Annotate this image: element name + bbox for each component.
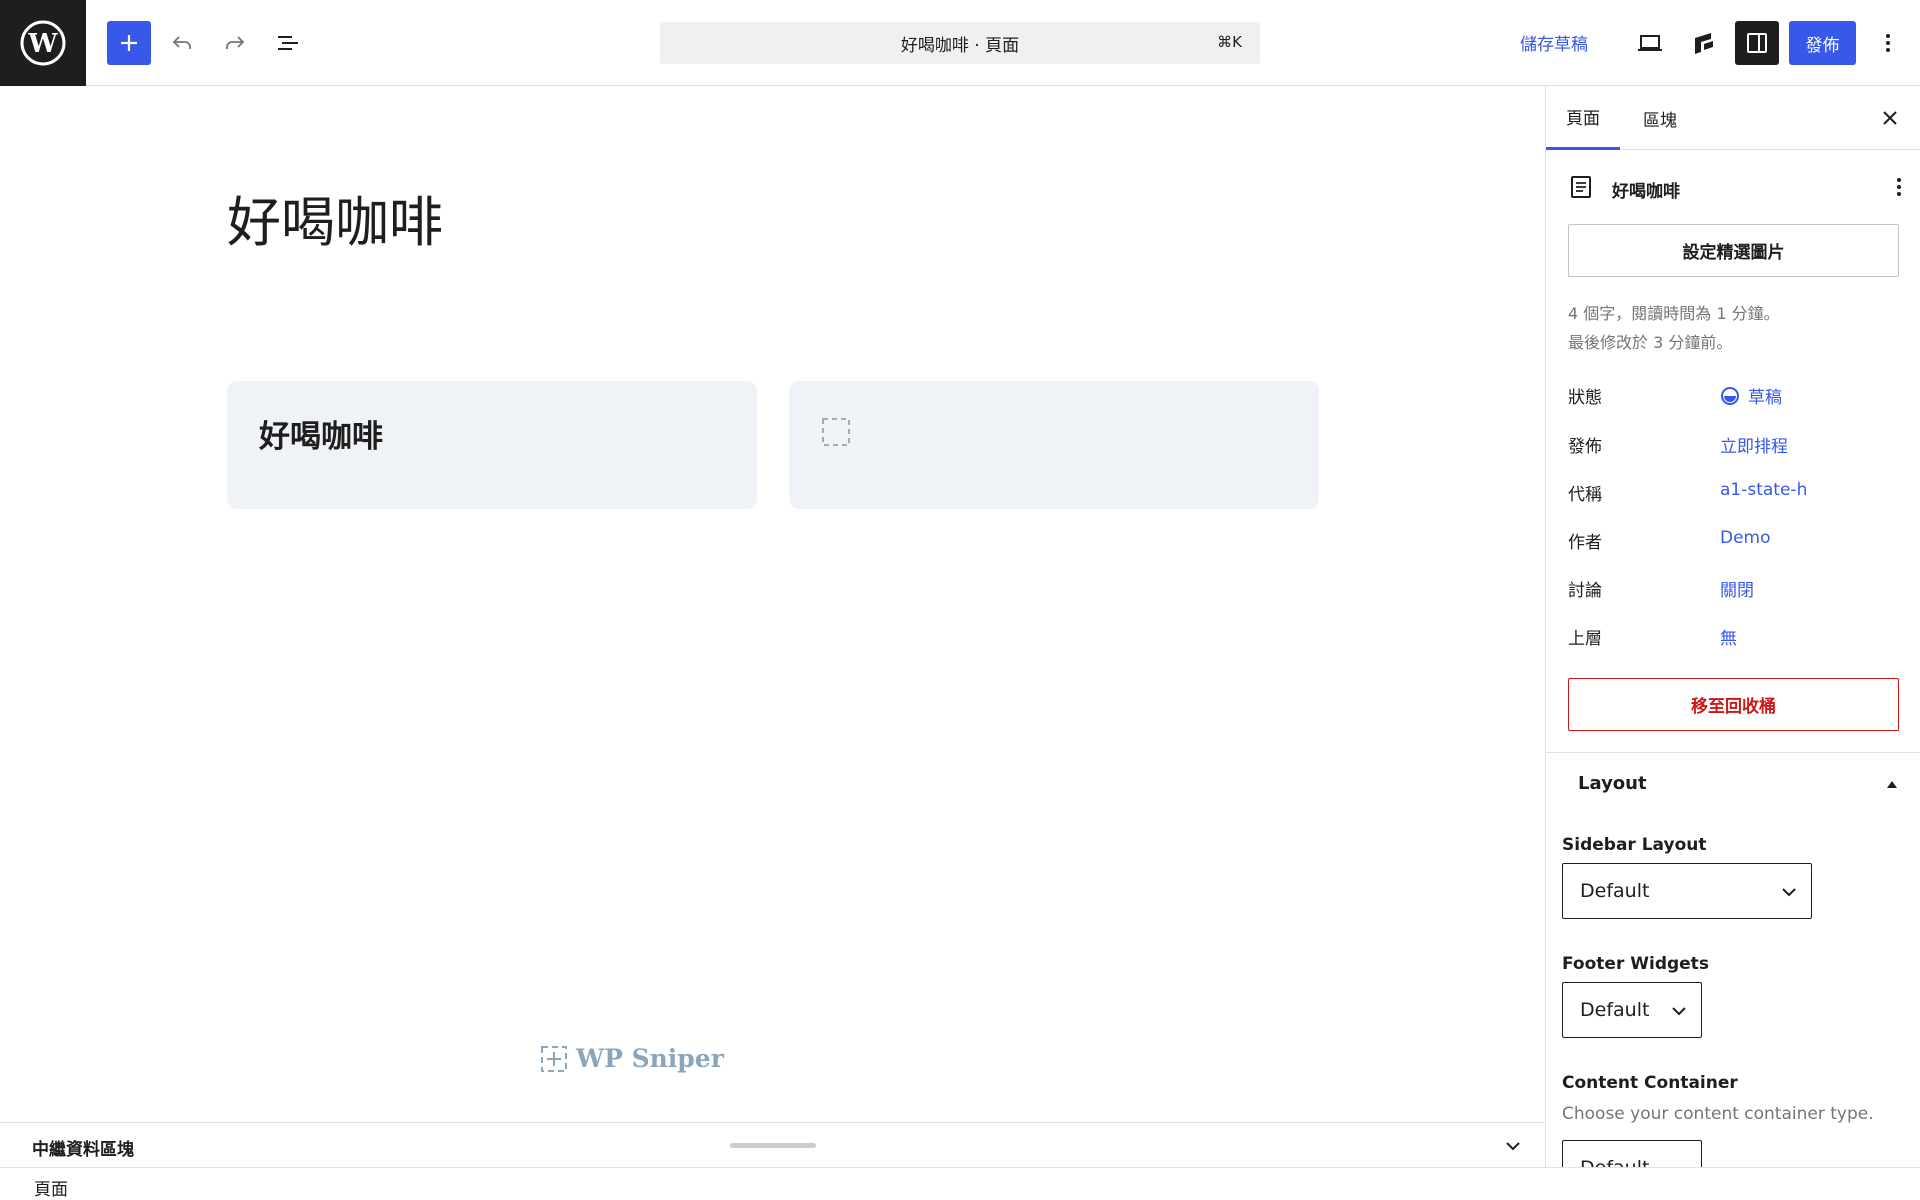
status-row: 狀態 草稿 [1568, 379, 1898, 408]
block-breadcrumb-bar: 頁面 [0, 1167, 1920, 1200]
watermark-text: WP Sniper [576, 1044, 724, 1073]
more-vertical-icon[interactable] [1886, 174, 1912, 200]
move-to-trash-button[interactable]: 移至回收桶 [1568, 678, 1899, 731]
status-value-button[interactable]: 草稿 [1720, 383, 1782, 408]
author-value-button[interactable]: Demo [1720, 528, 1771, 548]
redo-button[interactable] [213, 21, 257, 65]
content-container-label: Content Container [1562, 1073, 1738, 1093]
discussion-row: 討論 關閉 [1568, 572, 1898, 601]
plugin-sniper-icon [1695, 33, 1713, 54]
status-value: 草稿 [1748, 388, 1782, 408]
sidebar-toggle-icon [1747, 33, 1767, 53]
undo-button[interactable] [160, 21, 204, 65]
parent-row: 上層 無 [1568, 620, 1898, 649]
caret-up-icon[interactable] [1884, 777, 1900, 791]
save-draft-button[interactable]: 儲存草稿 [1520, 30, 1588, 55]
plugin-button[interactable] [1682, 21, 1726, 65]
footer-widgets-value: Default [1580, 999, 1650, 1021]
layout-panel: Layout Sidebar Layout Default Footer Wid… [1546, 752, 1920, 1167]
tab-block[interactable]: 區塊 [1623, 86, 1697, 150]
editor-header: W 好喝咖啡 · 頁面 ⌘K 儲存草稿 發佈 [0, 0, 1920, 86]
publish-value-button[interactable]: 立即排程 [1720, 432, 1788, 457]
undo-icon [172, 36, 191, 49]
chevron-down-icon[interactable] [1500, 1133, 1526, 1159]
footer-widgets-label: Footer Widgets [1562, 954, 1709, 974]
parent-value-button[interactable]: 無 [1720, 624, 1737, 649]
heading-block[interactable]: 好喝咖啡 [259, 411, 383, 456]
image-placeholder-icon[interactable] [821, 417, 851, 447]
preview-button[interactable] [1628, 21, 1672, 65]
sidebar-layout-select[interactable]: Default [1562, 863, 1812, 919]
document-overview-button[interactable] [266, 21, 310, 65]
layout-panel-heading[interactable]: Layout [1578, 773, 1647, 794]
close-icon [1883, 111, 1897, 125]
discussion-value-button[interactable]: 關閉 [1720, 576, 1754, 601]
last-modified-text: 最後修改於 3 分鐘前。 [1568, 333, 1733, 352]
document-bar[interactable]: 好喝咖啡 · 頁面 ⌘K [660, 22, 1260, 64]
breadcrumb[interactable]: 頁面 [34, 1175, 68, 1200]
publish-button[interactable]: 發佈 [1789, 21, 1856, 65]
post-title[interactable]: 好喝咖啡 [227, 178, 443, 257]
options-button[interactable] [1866, 21, 1910, 65]
list-view-icon [278, 36, 298, 50]
settings-sidebar: 頁面 區塊 好喝咖啡 設定精選圖片 4 個字，閱讀時間為 1 分鐘。 最後修改於… [1545, 86, 1920, 1167]
discussion-label: 討論 [1568, 581, 1602, 601]
meta-boxes-label: 中繼資料區塊 [32, 1140, 134, 1160]
author-row: 作者 Demo [1568, 524, 1898, 553]
document-bar-title: 好喝咖啡 · 頁面 [900, 35, 1020, 56]
tab-page[interactable]: 頁面 [1546, 86, 1620, 150]
publish-label: 發佈 [1568, 437, 1602, 457]
command-shortcut: ⌘K [1217, 33, 1242, 51]
plus-icon [121, 35, 137, 51]
chevron-down-icon [1782, 888, 1796, 897]
word-count-text: 4 個字，閱讀時間為 1 分鐘。 [1568, 304, 1780, 323]
add-block-button[interactable] [107, 21, 151, 65]
redo-icon [226, 36, 245, 49]
publish-row: 發佈 立即排程 [1568, 428, 1898, 457]
document-title: 好喝咖啡 [1612, 182, 1680, 202]
meta-boxes-panel: 中繼資料區塊 [0, 1122, 1545, 1167]
svg-text:W: W [27, 29, 58, 59]
editor-canvas: 好喝咖啡 好喝咖啡 WP Sniper [0, 86, 1545, 1122]
set-featured-image-button[interactable]: 設定精選圖片 [1568, 224, 1899, 277]
wordpress-logo-icon[interactable]: W [0, 0, 86, 86]
close-sidebar-button[interactable] [1876, 104, 1904, 132]
draft-status-icon [1721, 386, 1739, 405]
parent-label: 上層 [1568, 629, 1602, 649]
sidebar-layout-label: Sidebar Layout [1562, 835, 1707, 855]
page-icon [1571, 176, 1591, 198]
column-block-left[interactable]: 好喝咖啡 [227, 381, 757, 509]
column-block-right[interactable] [789, 381, 1319, 509]
slug-row: 代稱 a1-state-h [1568, 476, 1898, 505]
watermark: WP Sniper [540, 1044, 724, 1073]
more-vertical-icon [1886, 34, 1890, 52]
slug-value-button[interactable]: a1-state-h [1720, 480, 1807, 500]
settings-toggle-button[interactable] [1735, 21, 1779, 65]
slug-label: 代稱 [1568, 485, 1602, 505]
footer-widgets-select[interactable]: Default [1562, 982, 1702, 1038]
resize-handle[interactable] [730, 1143, 816, 1148]
content-container-select[interactable]: Default [1562, 1140, 1702, 1167]
wp-sniper-logo-icon [541, 1045, 567, 1072]
content-container-value: Default [1580, 1157, 1649, 1167]
sidebar-tabs: 頁面 區塊 [1546, 86, 1920, 150]
status-label: 狀態 [1568, 388, 1602, 408]
desktop-preview-icon [1638, 35, 1662, 51]
author-label: 作者 [1568, 533, 1602, 553]
content-container-description: Choose your content container type. [1562, 1104, 1874, 1124]
document-summary: 好喝咖啡 [1568, 172, 1908, 202]
sidebar-layout-value: Default [1580, 880, 1650, 902]
chevron-down-icon [1672, 1007, 1686, 1016]
